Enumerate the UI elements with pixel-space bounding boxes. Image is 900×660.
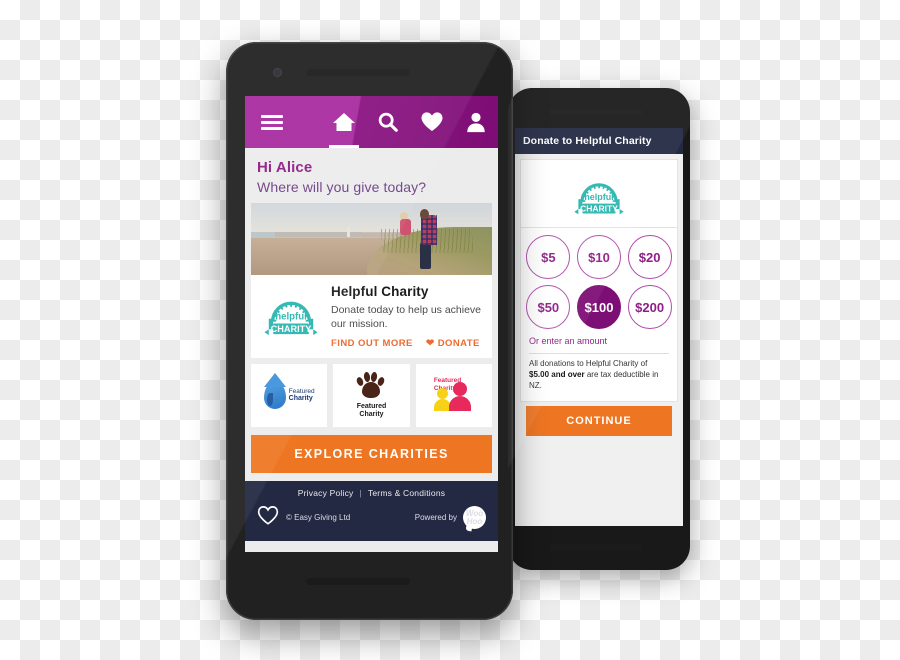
tax-note-part1: All donations to Helpful Charity of <box>529 359 648 368</box>
water-tile-label-bold: Charity <box>288 395 313 403</box>
amount-option-100-selected[interactable]: $100 <box>576 285 621 329</box>
woohoo-logo-text: Woo Hoo <box>466 509 483 526</box>
hamburger-menu-icon <box>261 112 283 133</box>
find-out-more-link[interactable]: FIND OUT MORE <box>331 338 413 349</box>
heart-outline-icon <box>257 506 279 525</box>
woohoo-line2: Hoo <box>466 516 483 526</box>
amount-option-50[interactable]: $50 <box>526 285 571 329</box>
hero-man-head <box>420 208 430 219</box>
footer-heart-logo <box>257 505 281 531</box>
front-phone-screen: Hi Alice Where will you give today? help… <box>245 96 498 552</box>
app-top-navigation <box>245 96 498 148</box>
front-phone-device: Hi Alice Where will you give today? help… <box>226 42 513 620</box>
greeting-title: Hi Alice <box>257 159 313 176</box>
back-phone-device: Donate to Helpful Charity helpful CHARIT… <box>508 88 690 570</box>
donate-screen-title: Donate to Helpful Charity <box>523 135 652 147</box>
featured-tile-water[interactable]: Featured Charity <box>251 363 328 427</box>
charity-description: Donate today to help us achieve our miss… <box>331 304 482 331</box>
bottom-speaker-front <box>306 578 410 585</box>
footer-separator: | <box>359 487 362 498</box>
hero-lighthouse <box>347 227 351 238</box>
charity-info: Helpful Charity Donate today to help us … <box>331 283 483 349</box>
two-people-icon: Featured Charity <box>433 377 474 412</box>
bottom-speaker-back <box>550 544 642 550</box>
powered-by-label: Powered by <box>414 513 457 523</box>
tax-note-part2: are tax deductible in NZ. <box>529 370 659 391</box>
hero-man-legs <box>420 243 432 270</box>
charity-name: Helpful Charity <box>331 284 429 299</box>
footer-links: Privacy Policy | Terms & Conditions <box>245 488 498 505</box>
greeting-subtitle: Where will you give today? <box>257 179 427 195</box>
other-amount-input[interactable]: Or enter an amount <box>523 335 675 348</box>
greeting-block: Hi Alice Where will you give today? <box>245 148 498 203</box>
donate-screen-header: Donate to Helpful Charity <box>515 128 683 154</box>
charity-badge-card: helpful CHARITY <box>520 159 678 228</box>
amount-row-2: $50 $100 $200 <box>523 285 675 329</box>
nav-search-button[interactable] <box>366 96 410 148</box>
animal-tile-label-line2: Charity <box>359 411 384 419</box>
hero-man-plaid-shirt <box>420 215 437 246</box>
copyright-text: © Easy Giving Ltd <box>286 513 351 523</box>
donate-link[interactable]: ❤ DONATE <box>426 338 480 349</box>
continue-button[interactable]: CONTINUE <box>526 405 672 436</box>
hamburger-menu-button[interactable] <box>245 112 299 133</box>
back-phone-screen: Donate to Helpful Charity helpful CHARIT… <box>515 128 683 526</box>
tax-deductible-note: All donations to Helpful Charity of $5.0… <box>523 358 675 397</box>
animal-tile-label: Featured Charity <box>357 403 387 419</box>
donate-link-label: DONATE <box>437 337 480 349</box>
earpiece-speaker-back <box>550 109 642 115</box>
badge-bottom-text: CHARITY <box>271 324 312 334</box>
paw-print-icon <box>356 371 386 401</box>
featured-tile-animal[interactable]: Featured Charity <box>333 363 410 427</box>
helpful-charity-badge-icon: helpful CHARITY <box>264 301 318 336</box>
water-tile-label-small: Featured <box>288 387 315 395</box>
heart-icon <box>421 112 443 131</box>
powered-by-block: Powered by Woo Hoo <box>414 506 486 530</box>
footer-bottom-row: © Easy Giving Ltd Powered by Woo Hoo <box>245 505 498 531</box>
app-footer: Privacy Policy | Terms & Conditions © Easy… <box>245 480 498 541</box>
badge-bottom-text-back: CHARITY <box>580 203 618 213</box>
featured-tile-people[interactable]: Featured Charity <box>415 363 492 427</box>
tax-note-andover: and over <box>551 370 585 380</box>
donate-screen-body: helpful CHARITY $5 $10 $20 $50 $100 $200 <box>515 154 683 526</box>
charity-badge: helpful CHARITY <box>260 283 322 339</box>
nav-favourites-button[interactable] <box>410 96 454 148</box>
amount-option-20[interactable]: $20 <box>627 235 672 279</box>
terms-conditions-link[interactable]: Terms & Conditions <box>368 488 445 498</box>
user-icon <box>467 112 485 133</box>
water-tile-label: Featured Charity <box>289 388 315 404</box>
search-icon <box>378 112 398 132</box>
featured-charity-card[interactable]: helpful CHARITY Helpful Charity Donate t… <box>251 275 492 358</box>
nav-home-button[interactable] <box>322 96 366 148</box>
explore-charities-button[interactable]: EXPLORE CHARITIES <box>251 434 492 473</box>
tax-note-amount: $5.00 <box>529 370 550 380</box>
earpiece-speaker-front <box>306 69 410 76</box>
front-camera <box>274 69 281 76</box>
badge-top-text: helpful <box>275 312 307 323</box>
nav-icon-group <box>322 96 498 148</box>
nav-account-button[interactable] <box>454 96 498 148</box>
badge-top-text-back: helpful <box>584 192 613 202</box>
featured-charity-tiles: Featured Charity Featured Charity Featur… <box>251 363 492 427</box>
amount-row-1: $5 $10 $20 <box>523 235 675 279</box>
heart-small-icon: ❤ <box>425 337 435 349</box>
charity-card-actions: FIND OUT MORE ❤ DONATE <box>331 338 483 349</box>
helpful-charity-badge-icon-back: helpful CHARITY <box>574 183 624 215</box>
privacy-policy-link[interactable]: Privacy Policy <box>298 488 354 498</box>
amount-option-10[interactable]: $10 <box>576 235 621 279</box>
amount-option-200[interactable]: $200 <box>627 285 672 329</box>
animal-tile-label-line1: Featured <box>356 403 387 411</box>
donation-amount-grid: $5 $10 $20 $50 $100 $200 Or enter an amo… <box>520 228 678 402</box>
screenshot-canvas: Donate to Helpful Charity helpful CHARIT… <box>0 0 900 660</box>
woohoo-logo-icon: Woo Hoo <box>463 506 486 530</box>
water-drop-icon <box>263 381 286 410</box>
hero-image <box>251 203 492 275</box>
amount-option-5[interactable]: $5 <box>526 235 571 279</box>
divider-back <box>529 353 669 354</box>
home-icon <box>333 113 355 131</box>
hero-child-body <box>400 218 412 235</box>
